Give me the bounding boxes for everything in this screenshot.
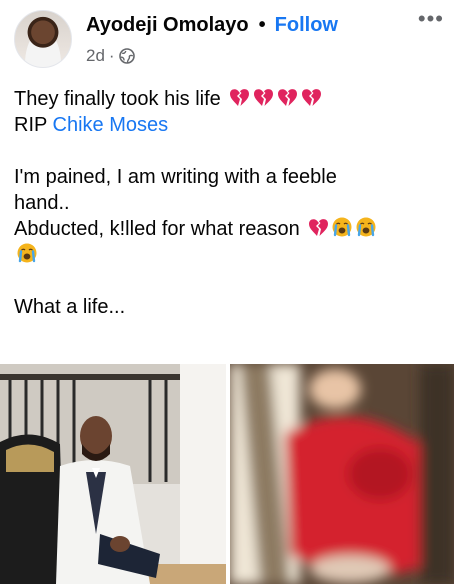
broken-heart-icon [302,89,322,106]
photo-man-in-suit[interactable] [0,364,226,584]
author-row: Ayodeji Omolayo • Follow [86,14,338,37]
post-meta: 2d · [86,46,135,66]
photo-blurred-scene[interactable] [230,364,454,584]
line5-emojis [305,217,377,240]
post-paragraph-3: What a life... [14,294,444,320]
post-time[interactable]: 2d [86,46,105,66]
post-paragraph-1: They finally took his life RIP Chike Mos… [14,86,444,138]
post-line-6 [14,242,444,268]
post-header: Ayodeji Omolayo • Follow 2d · ••• [0,0,454,76]
photo-grid [0,364,454,584]
broken-heart-icon [254,89,274,106]
line1-text: They finally took his life [14,88,221,110]
broken-heart-icon [309,219,329,236]
globe-icon [118,48,135,64]
post-line-2: RIP Chike Moses [14,112,444,138]
crying-face-icon [356,217,376,237]
post-line-5: Abducted, k!lled for what reason [14,216,444,242]
photo-man-illustration [0,364,226,584]
name-separator: • [258,14,266,36]
author-name[interactable]: Ayodeji Omolayo [86,14,249,37]
line6-emojis [14,243,38,266]
post-line-4: hand.. [14,192,70,214]
meta-separator: · [108,46,115,65]
line5-text: Abducted, k!lled for what reason [14,218,300,240]
tagged-person-link[interactable]: Chike Moses [53,114,169,136]
post-paragraph-2: I'm pained, I am writing with a feeble h… [14,164,444,268]
crying-face-icon [17,243,37,263]
post-line-3: I'm pained, I am writing with a feeble [14,166,337,188]
post-line-7: What a life... [14,296,126,318]
follow-button[interactable]: Follow [275,14,338,37]
crying-face-icon [332,217,352,237]
line1-emojis [226,88,322,110]
broken-heart-icon [278,89,298,106]
post-text: They finally took his life RIP Chike Mos… [14,86,444,346]
rip-text: RIP [14,114,47,136]
broken-heart-icon [230,89,250,106]
more-options-icon[interactable]: ••• [418,6,444,32]
photo-blurred-illustration [230,364,454,584]
author-avatar[interactable] [14,10,72,68]
post-line-1: They finally took his life [14,86,444,112]
